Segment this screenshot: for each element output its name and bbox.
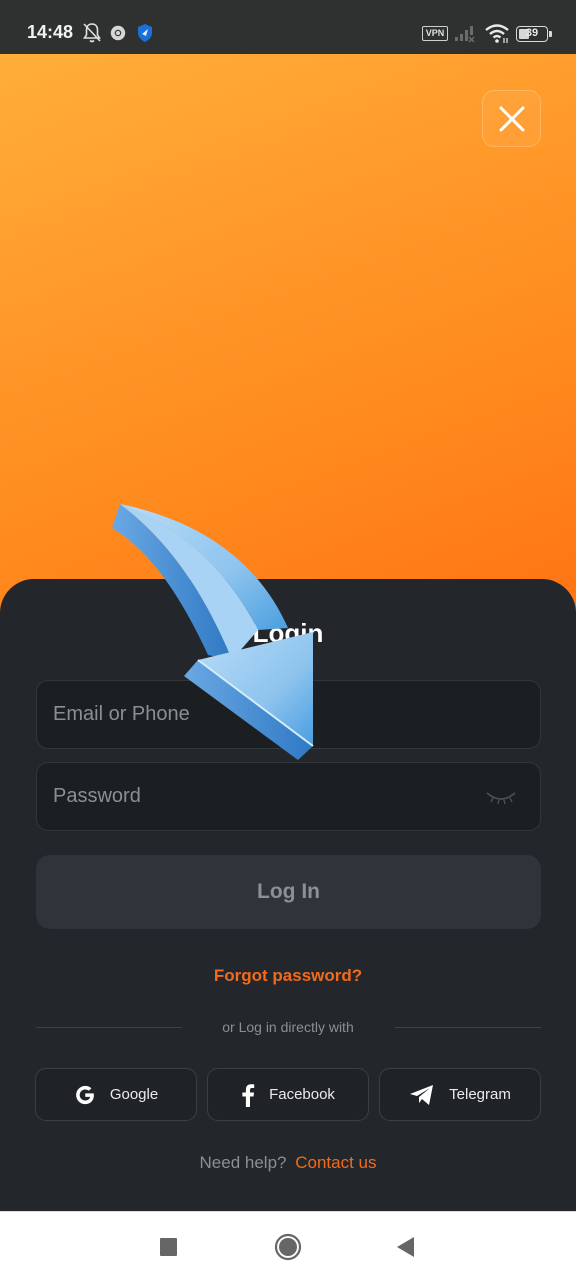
- facebook-icon: [242, 1083, 255, 1107]
- telegram-icon: [410, 1084, 434, 1105]
- signal-icon: [455, 26, 475, 43]
- divider-right: [395, 1027, 541, 1028]
- close-icon: [499, 106, 524, 131]
- home-icon[interactable]: [273, 1232, 303, 1262]
- contact-us-link[interactable]: Contact us: [295, 1153, 376, 1172]
- help-text: Need help?: [199, 1153, 287, 1172]
- telegram-label: Telegram: [449, 1086, 511, 1103]
- facebook-login-button[interactable]: Facebook: [207, 1068, 369, 1121]
- google-label: Google: [109, 1086, 159, 1103]
- password-field[interactable]: [36, 762, 541, 831]
- bell-off-icon: [83, 23, 101, 43]
- help-row: Need help? Contact us: [0, 1153, 576, 1173]
- email-input[interactable]: [53, 681, 473, 748]
- recents-icon[interactable]: [154, 1232, 184, 1262]
- password-input[interactable]: [53, 763, 473, 830]
- battery-indicator: 39: [516, 26, 548, 42]
- battery-level: 39: [525, 27, 539, 39]
- forgot-password-link[interactable]: Forgot password?: [0, 966, 576, 986]
- back-icon[interactable]: [392, 1232, 422, 1262]
- facebook-label: Facebook: [269, 1086, 335, 1103]
- shield-icon: [138, 24, 152, 42]
- google-icon: [75, 1085, 94, 1104]
- status-time: 14:48: [27, 22, 74, 42]
- telegram-login-button[interactable]: Telegram: [379, 1068, 541, 1121]
- login-title: Login: [252, 618, 324, 648]
- battery-tip: [549, 31, 552, 37]
- email-field[interactable]: [36, 680, 541, 749]
- status-bar: 14:48 VPN 39: [0, 0, 576, 54]
- google-login-button[interactable]: Google: [35, 1068, 197, 1121]
- eye-closed-icon[interactable]: [484, 787, 518, 807]
- system-nav-bar: [0, 1211, 576, 1280]
- vpn-indicator: VPN: [422, 26, 448, 41]
- chrome-icon: [110, 25, 126, 41]
- login-button[interactable]: Log In: [36, 855, 541, 929]
- close-button[interactable]: [482, 90, 541, 147]
- wifi-icon: [485, 24, 509, 43]
